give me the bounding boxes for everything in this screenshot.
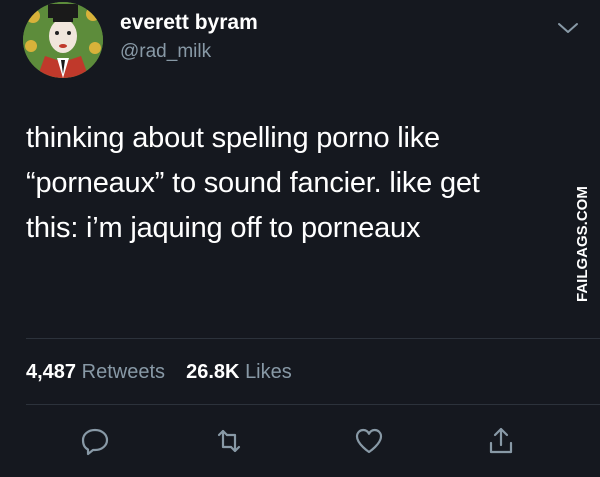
tweet-stats: 4,487 Retweets 26.8K Likes bbox=[26, 361, 292, 384]
retweets-count[interactable]: 4,487 bbox=[26, 361, 76, 383]
chevron-down-icon[interactable] bbox=[556, 20, 580, 36]
avatar-image bbox=[23, 2, 103, 78]
display-name[interactable]: everett byram bbox=[120, 11, 258, 35]
tweet-line: this: i’m jaquing off to porneaux bbox=[26, 212, 421, 244]
retweet-icon[interactable] bbox=[214, 425, 244, 457]
heart-icon[interactable] bbox=[354, 425, 384, 457]
divider-top bbox=[26, 338, 600, 339]
share-icon[interactable] bbox=[486, 425, 516, 457]
divider-bottom bbox=[26, 404, 600, 405]
watermark: FAILGAGS.COM bbox=[563, 184, 597, 304]
avatar[interactable] bbox=[23, 2, 103, 78]
user-handle[interactable]: @rad_milk bbox=[120, 41, 211, 63]
tweet-text: thinking about spelling porno like “porn… bbox=[26, 116, 546, 251]
likes-count[interactable]: 26.8K bbox=[186, 361, 239, 383]
tweet-line: “porneaux” to sound fancier. like get bbox=[26, 167, 480, 199]
watermark-text: FAILGAGS.COM bbox=[574, 186, 591, 302]
likes-label[interactable]: Likes bbox=[245, 361, 292, 383]
reply-icon[interactable] bbox=[80, 425, 110, 457]
tweet-line: thinking about spelling porno like bbox=[26, 122, 440, 154]
retweets-label[interactable]: Retweets bbox=[82, 361, 165, 383]
